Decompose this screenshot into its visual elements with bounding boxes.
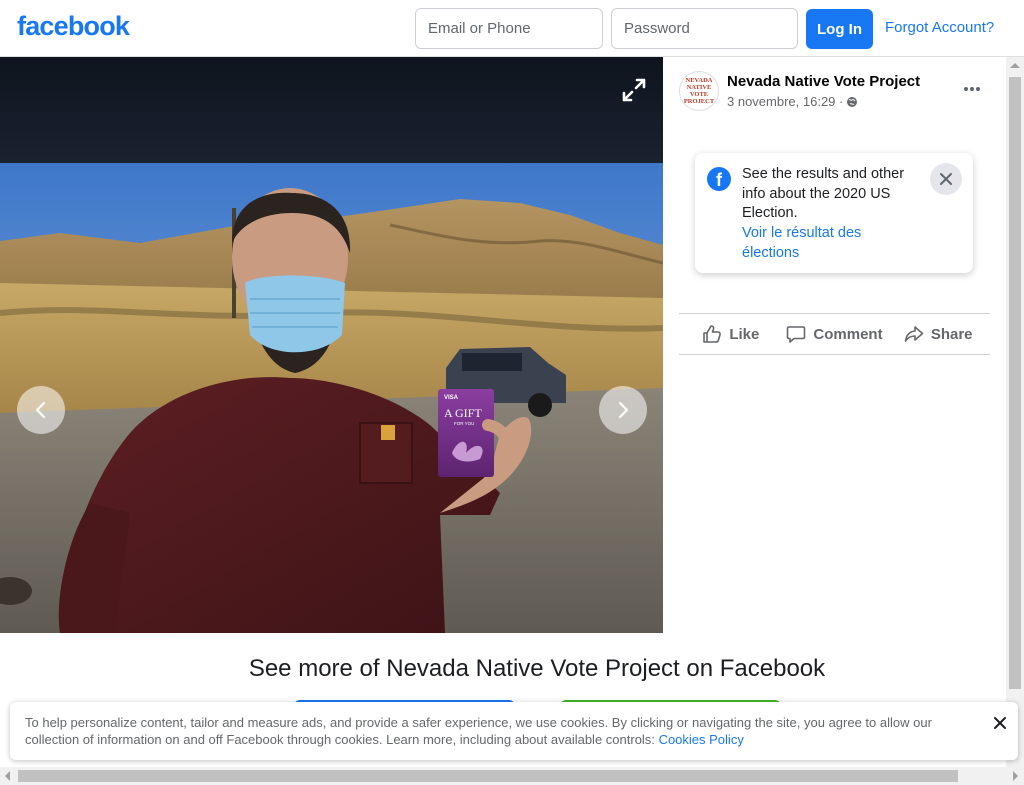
avatar-word: VOTE — [689, 91, 709, 98]
cookies-policy-link[interactable]: Cookies Policy — [659, 732, 744, 747]
see-more-title: See more of Nevada Native Vote Project o… — [248, 655, 826, 682]
avatar-word: NEVADA — [685, 77, 713, 84]
close-icon — [994, 717, 1006, 729]
post-actions: Like Comment Share — [679, 313, 990, 355]
cookie-banner: To help personalize content, tailor and … — [10, 702, 1018, 760]
close-election-card-button[interactable] — [930, 163, 962, 195]
election-results-link[interactable]: Voir le résultat des élections — [742, 224, 922, 263]
cookie-text: To help personalize content, tailor and … — [25, 715, 932, 747]
avatar-word: PROJECT — [683, 98, 715, 105]
top-bar: facebook Log In Forgot Account? — [0, 0, 1024, 57]
facebook-logo-icon: f — [707, 167, 731, 191]
comment-button[interactable]: Comment — [783, 314, 887, 354]
close-cookie-banner-button[interactable] — [988, 711, 1012, 735]
vertical-scroll-thumb[interactable] — [1009, 77, 1021, 689]
like-button[interactable]: Like — [679, 314, 783, 354]
scroll-up-arrow[interactable] — [1010, 63, 1020, 68]
post-photo[interactable]: VISA A GIFT FOR YOU — [0, 163, 663, 633]
page-name-link[interactable]: Nevada Native Vote Project — [727, 73, 920, 90]
horizontal-scrollbar[interactable] — [0, 767, 1024, 785]
like-icon — [703, 325, 722, 343]
close-icon — [940, 173, 952, 185]
gift-card-title: A GIFT — [444, 406, 482, 420]
scroll-left-arrow[interactable] — [5, 771, 10, 781]
share-icon — [904, 326, 924, 342]
photo-illustration: VISA A GIFT FOR YOU — [0, 163, 663, 633]
avatar-word: NATIVE — [686, 84, 712, 91]
previous-photo-button[interactable] — [17, 386, 65, 434]
cookie-text-block: To help personalize content, tailor and … — [25, 714, 955, 748]
chevron-left-icon — [35, 401, 46, 419]
facebook-logo[interactable]: facebook — [17, 11, 130, 42]
share-button[interactable]: Share — [886, 314, 990, 354]
comment-icon — [787, 326, 806, 343]
next-photo-button[interactable] — [599, 386, 647, 434]
chevron-right-icon — [618, 401, 629, 419]
election-info-card: f See the results and other info about t… — [695, 153, 973, 273]
post-timestamp[interactable]: 3 novembre, 16:29 · — [727, 94, 858, 109]
password-input[interactable] — [611, 8, 798, 49]
photo-viewer: VISA A GIFT FOR YOU — [0, 57, 663, 633]
post-date-text: 3 novembre, 16:29 · — [727, 94, 844, 109]
scroll-right-arrow[interactable] — [1013, 771, 1018, 781]
comment-label: Comment — [813, 325, 883, 343]
email-input[interactable] — [415, 8, 603, 49]
share-label: Share — [930, 325, 973, 343]
more-horizontal-icon[interactable] — [962, 79, 982, 99]
expand-icon[interactable] — [620, 76, 648, 104]
election-info-text: See the results and other info about the… — [742, 166, 905, 221]
forgot-account-link[interactable]: Forgot Account? — [885, 19, 994, 36]
post-panel: NEVADA NATIVE VOTE PROJECT Nevada Native… — [663, 57, 1006, 633]
gift-card-subtitle: FOR YOU — [454, 421, 474, 426]
photo-dark-band — [0, 57, 663, 163]
horizontal-scroll-thumb[interactable] — [18, 770, 958, 782]
globe-icon — [847, 96, 858, 107]
gift-card-brand: VISA — [444, 395, 459, 401]
like-label: Like — [729, 325, 760, 343]
page-avatar[interactable]: NEVADA NATIVE VOTE PROJECT — [679, 71, 719, 111]
login-button[interactable]: Log In — [806, 9, 873, 49]
